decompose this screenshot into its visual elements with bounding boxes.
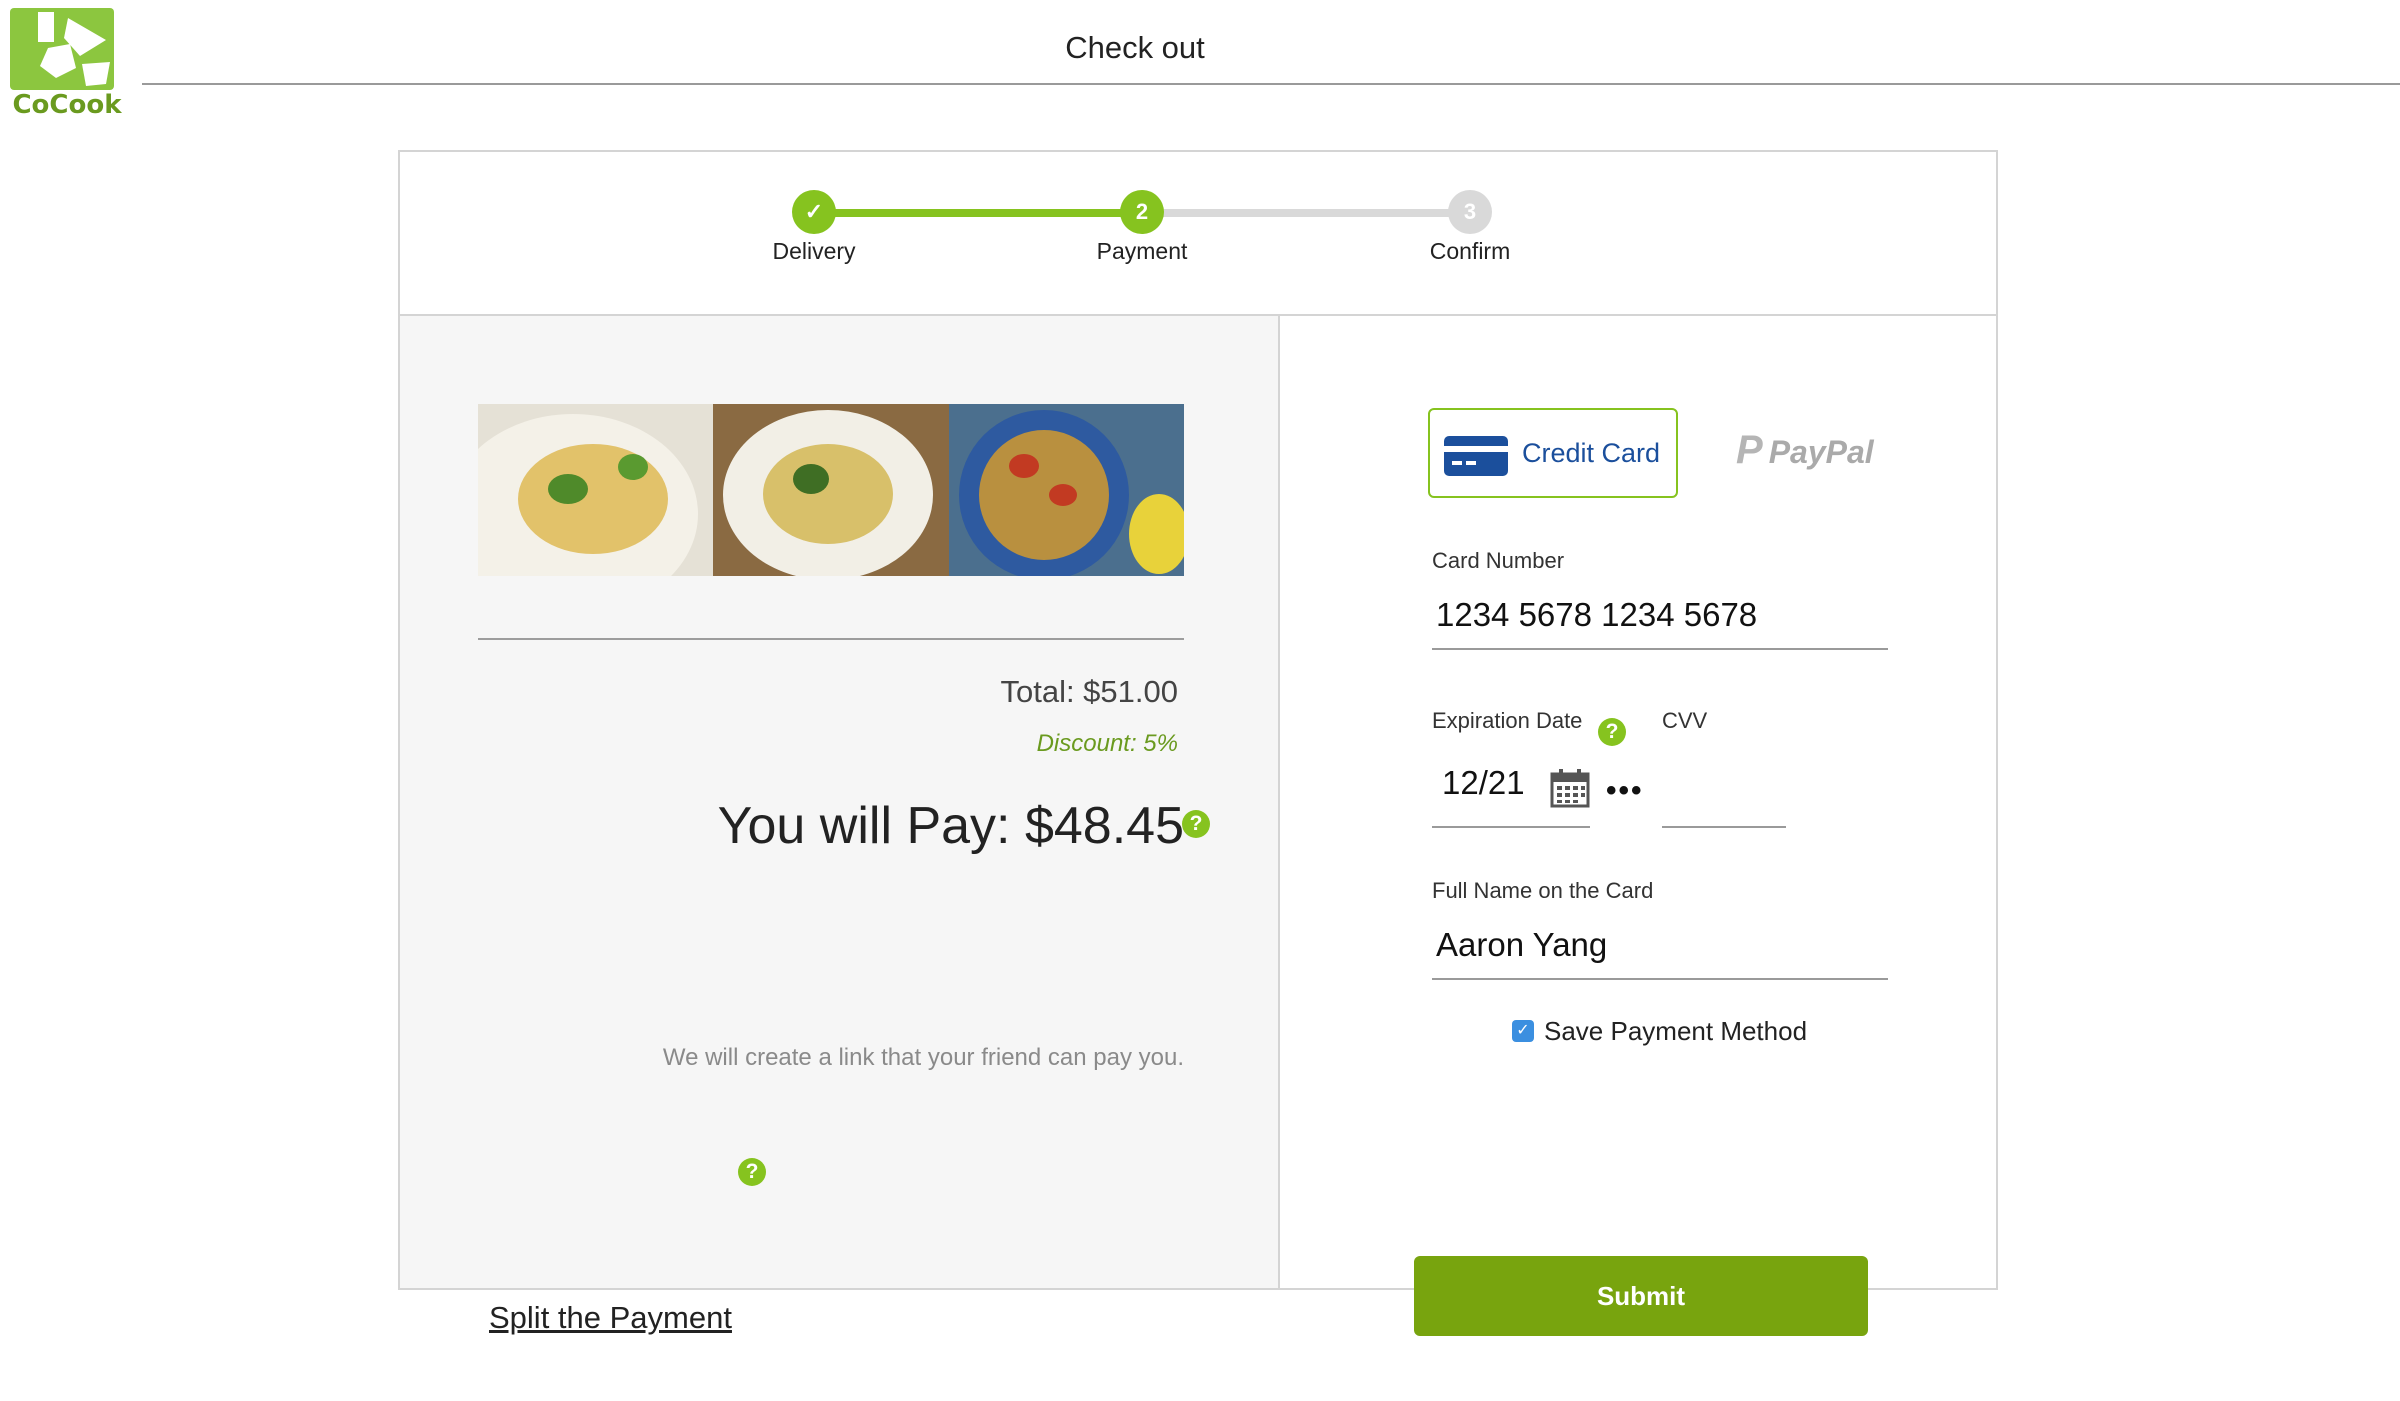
- checkout-card: ✓ 2 3 Delivery Payment Confirm Total: $5…: [398, 150, 1998, 1336]
- submit-button[interactable]: Submit: [1414, 1256, 1868, 1336]
- step-delivery-check-icon[interactable]: ✓: [792, 190, 836, 234]
- split-note: We will create a link that your friend c…: [662, 1044, 1184, 1071]
- step-payment-label[interactable]: Payment: [1042, 238, 1242, 265]
- cvv-input[interactable]: •••: [1606, 774, 1644, 808]
- paypal-icon: P: [1736, 428, 1763, 472]
- card-number-label: Card Number: [1432, 548, 1565, 573]
- paypal-method-button[interactable]: P PayPal: [1736, 428, 1874, 473]
- split-help-icon[interactable]: ?: [738, 1158, 766, 1186]
- stepper-progress-remaining: [1144, 209, 1470, 217]
- stepper-progress-complete: [814, 209, 1144, 217]
- full-name-input[interactable]: Aaron Yang: [1436, 926, 1607, 964]
- step-delivery-label[interactable]: Delivery: [714, 238, 914, 265]
- paypal-label: PayPal: [1768, 434, 1874, 470]
- save-payment-label[interactable]: Save Payment Method: [1544, 1016, 1807, 1047]
- credit-card-label: Credit Card: [1522, 438, 1661, 468]
- payment-form-pane: Credit Card P PayPal Card Number 1234 567…: [1280, 316, 1996, 1336]
- full-name-underline: [1432, 978, 1888, 980]
- full-name-label: Full Name on the Card: [1432, 878, 1654, 903]
- summary-divider: [478, 638, 1184, 640]
- order-total: Total: $51.00: [1000, 674, 1178, 709]
- save-payment-checkbox[interactable]: ✓: [1512, 1020, 1534, 1042]
- page-title: Check out: [1065, 30, 1205, 65]
- card-number-underline: [1432, 648, 1888, 650]
- step-confirm-label: Confirm: [1429, 238, 1511, 264]
- expiration-underline: [1432, 826, 1590, 828]
- order-summary-pane: Total: $51.00 Discount: 5% You will Pay:…: [400, 316, 1280, 1335]
- order-discount: Discount: 5%: [1036, 730, 1178, 757]
- split-payment-link[interactable]: Split the Payment: [489, 1300, 732, 1336]
- food-image-spaghetti: [948, 404, 1184, 576]
- header-divider: [142, 83, 2400, 85]
- expiration-date-input[interactable]: 12/21: [1442, 764, 1525, 802]
- card-number-input[interactable]: 1234 5678 1234 5678: [1436, 596, 1757, 634]
- food-image-gnocchi: [713, 404, 949, 576]
- checkout-stepper: ✓ 2 3 Delivery Payment Confirm: [400, 152, 1996, 316]
- credit-card-icon: [1444, 436, 1508, 476]
- food-image-pasta-greens: [478, 404, 714, 576]
- step-confirm-marker: 3: [1448, 190, 1492, 234]
- amount-to-pay: You will Pay: $48.45: [717, 797, 1184, 855]
- cvv-underline: [1662, 826, 1786, 828]
- step-payment-marker[interactable]: 2: [1120, 190, 1164, 234]
- cvv-label: CVV: [1662, 708, 1708, 733]
- credit-card-method-button[interactable]: Credit Card: [1428, 408, 1678, 498]
- logo-wordmark: CoCook: [12, 90, 122, 120]
- expiration-date-label: Expiration Date: [1432, 708, 1583, 733]
- calendar-icon[interactable]: [1550, 768, 1590, 808]
- cvv-help-icon[interactable]: ?: [1598, 718, 1626, 746]
- pay-help-icon[interactable]: ?: [1182, 810, 1210, 838]
- food-image-strip: [478, 404, 1184, 576]
